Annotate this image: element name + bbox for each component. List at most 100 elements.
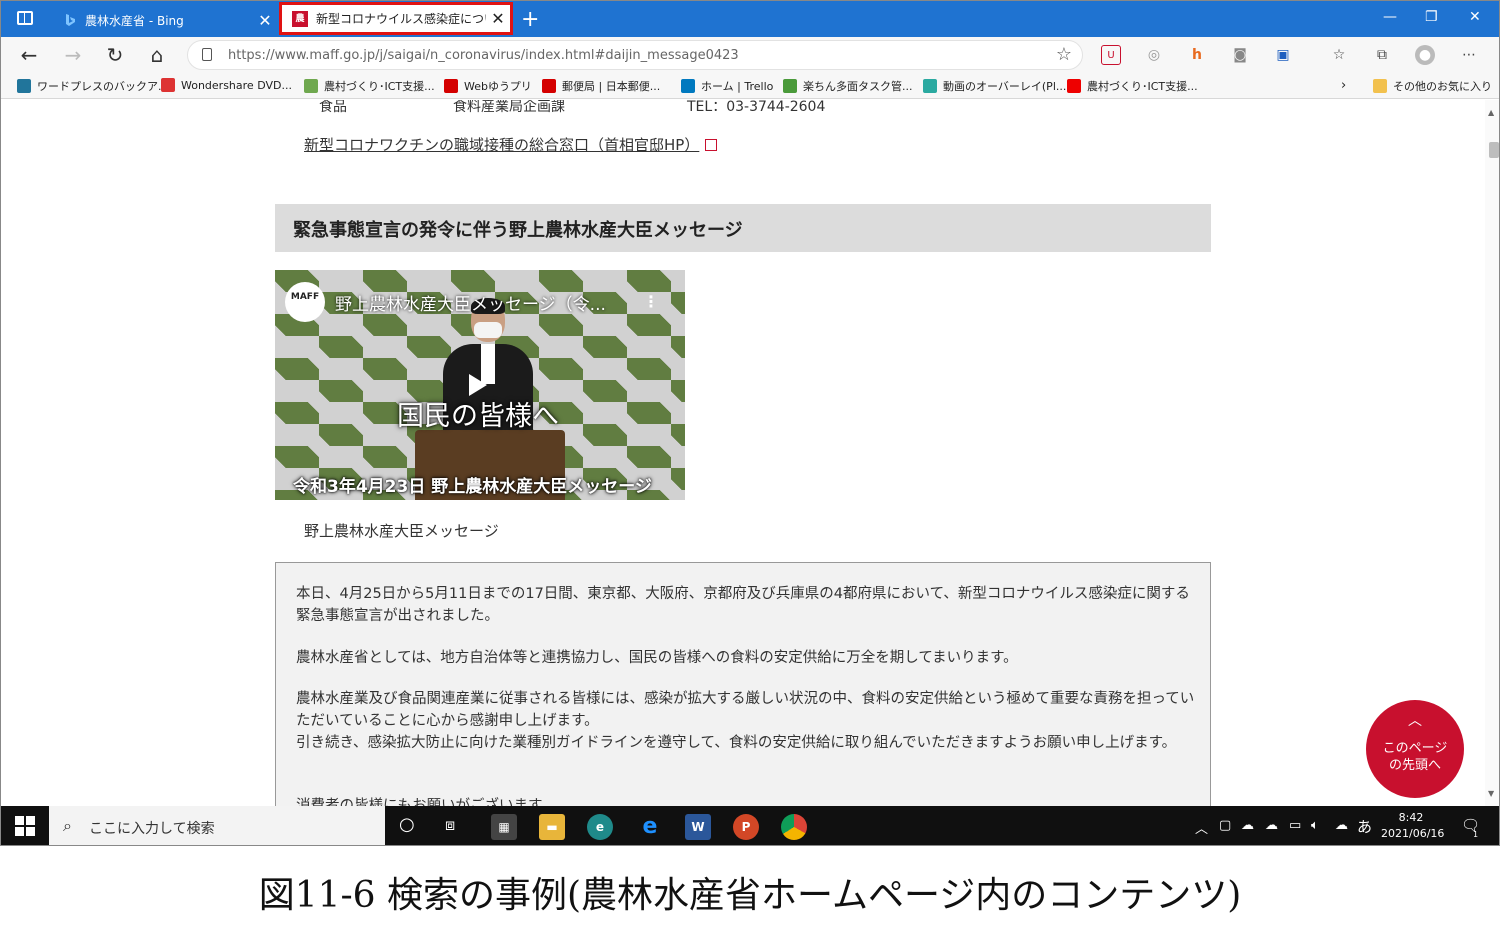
meet-now-icon[interactable]: ▢ (1219, 818, 1231, 833)
windows-start-icon[interactable] (15, 816, 35, 836)
taskbar-search-box[interactable]: ⌕ ここに入力して検索 (49, 806, 385, 845)
message-paragraph: 消費者の皆様にもお願いがございます。 (296, 798, 556, 806)
video-title[interactable]: 野上農林水産大臣メッセージ（令... (335, 290, 606, 315)
tab-actions-icon[interactable] (17, 11, 33, 25)
close-window-icon[interactable]: ✕ (1469, 9, 1481, 25)
japanpost-icon (542, 79, 556, 93)
extension-circle-icon[interactable]: ◎ (1144, 45, 1164, 65)
onedrive-icon[interactable]: ☁ (1265, 818, 1278, 833)
video-label: 野上農林水産大臣メッセージ (304, 522, 499, 540)
file-explorer-icon[interactable]: ▬ (539, 814, 565, 840)
bookmark-item[interactable]: Webゆうプリ (444, 78, 532, 94)
onedrive-icon[interactable]: ☁ (1241, 818, 1254, 833)
task-view-icon[interactable]: ⧈ (445, 815, 455, 835)
message-paragraph: 農林水産業及び食品関連産業に従事される皆様には、感染が拡大する厳しい状況の中、食… (296, 691, 1195, 729)
profile-avatar-icon[interactable]: ● (1415, 45, 1435, 65)
bookmark-item[interactable]: 農村づくり･ICT支援... (1067, 78, 1198, 94)
internet-explorer-icon[interactable]: e (637, 814, 663, 840)
windows-taskbar: ⌕ ここに入力して検索 ○ ⧈ ▦ ▬ e e W P ︿ ▢ ☁ ☁ ▭ 🔈︎… (1, 806, 1499, 845)
japanpost-icon (444, 79, 458, 93)
taskbar-clock[interactable]: 8:42 2021/06/16 (1381, 810, 1444, 842)
section-heading: 緊急事態宣言の発令に伴う野上農林水産大臣メッセージ (275, 204, 1211, 252)
edge-icon[interactable]: e (587, 814, 613, 840)
screenshot: 農林水産省 - Bing ✕ 農 新型コロナウイルス感染症について： ✕ + —… (0, 0, 1500, 846)
message-paragraph: 引き続き、感染拡大防止に向けた業種別ガイドラインを遵守して、食料の安定供給に取り… (296, 735, 1177, 751)
collections-icon[interactable]: ⧉ (1372, 45, 1392, 65)
minister-message-box: 本日、4月25日から5月11日までの17日間、東京都、大阪府、京都府及び兵庫県の… (275, 562, 1211, 806)
extension-translate-icon[interactable]: ▣ (1273, 45, 1293, 65)
camera-icon[interactable]: ◙ (1230, 45, 1250, 65)
add-favorite-star-icon[interactable]: ☆ (1056, 44, 1072, 65)
bookmark-item[interactable]: ワードプレスのバックア... (17, 78, 169, 94)
notification-count: 1 (1473, 830, 1479, 839)
url-text: https://www.maff.go.jp/j/saigai/n_corona… (228, 48, 739, 63)
table-cell: 食品 (319, 100, 347, 115)
video-player[interactable]: MAFF 野上農林水産大臣メッセージ（令... ⋮ 国民の皆様へ 令和3年4月2… (275, 270, 685, 500)
close-icon[interactable]: ✕ (486, 9, 510, 28)
overlay-icon (923, 79, 937, 93)
forward-arrow-icon[interactable]: → (59, 41, 87, 69)
show-hidden-icons-chevron-icon[interactable]: ︿ (1195, 818, 1208, 837)
new-tab-plus-icon[interactable]: + (521, 7, 539, 32)
weather-cloud-icon[interactable]: ☁ (1335, 818, 1348, 833)
task-icon (783, 79, 797, 93)
wondershare-icon (161, 78, 175, 92)
folder-icon (1373, 79, 1387, 93)
chrome-icon[interactable] (781, 814, 807, 840)
bookmark-item[interactable]: 楽ちん多面タスク管... (783, 78, 913, 94)
close-icon[interactable]: ✕ (253, 11, 277, 30)
bing-icon (66, 14, 75, 26)
extension-bar-icon[interactable]: h (1187, 45, 1207, 65)
scroll-thumb[interactable] (1489, 142, 1499, 158)
tab-title: 新型コロナウイルス感染症について： (316, 12, 486, 26)
wordpress-icon (17, 79, 31, 93)
trello-icon (681, 79, 695, 93)
bookmark-item[interactable]: 郵便局 | 日本郵便... (542, 78, 660, 94)
play-icon[interactable] (469, 374, 487, 396)
refresh-icon[interactable]: ↻ (101, 41, 129, 69)
cortana-icon[interactable]: ○ (399, 814, 415, 835)
back-to-top-button[interactable]: ︿ このページ の先頭へ (1366, 700, 1464, 798)
bookmark-item[interactable]: ホーム | Trello (681, 78, 773, 94)
tab-maff-coronavirus[interactable]: 農 新型コロナウイルス感染症について： ✕ (279, 2, 513, 35)
ime-indicator[interactable]: あ (1357, 816, 1372, 837)
address-bar[interactable]: https://www.maff.go.jp/j/saigai/n_corona… (187, 40, 1083, 70)
tab-title: 農林水産省 - Bing (85, 13, 184, 28)
chevron-right-icon[interactable]: › (1341, 78, 1346, 93)
bookmark-item[interactable]: Wondershare DVD... (161, 78, 292, 92)
store-icon[interactable]: ▦ (491, 814, 517, 840)
network-icon[interactable]: ▭ (1289, 818, 1301, 833)
browser-toolbar: ← → ↻ ⌂ https://www.maff.go.jp/j/saigai/… (1, 37, 1499, 73)
more-menu-icon[interactable]: ⋯ (1459, 45, 1479, 65)
figure-caption: 図11-6 検索の事例(農林水産省ホームページ内のコンテンツ) (258, 875, 1242, 916)
favorites-bar: ワードプレスのバックア... Wondershare DVD... 農村づくり･… (1, 73, 1499, 99)
video-caption: 令和3年4月23日 野上農林水産大臣メッセージ (293, 477, 652, 497)
back-arrow-icon[interactable]: ← (15, 41, 43, 69)
browser-tab-bar: 農林水産省 - Bing ✕ 農 新型コロナウイルス感染症について： ✕ + —… (1, 1, 1499, 37)
favorites-icon[interactable]: ☆ (1329, 45, 1349, 65)
vaccine-workplace-link[interactable]: 新型コロナワクチンの職域接種の総合窓口（首相官邸HP） (304, 134, 718, 155)
search-icon: ⌕ (63, 816, 72, 835)
vertical-scrollbar[interactable]: ▲ ▼ (1485, 100, 1499, 806)
scroll-up-arrow-icon[interactable]: ▲ (1488, 108, 1494, 117)
message-paragraph: 農林水産省としては、地方自治体等と連携協力し、国民の皆様への食料の安定供給に万全… (296, 650, 1018, 666)
maff-channel-logo[interactable]: MAFF (285, 282, 325, 322)
volume-icon[interactable]: 🔈︎ (1311, 818, 1319, 833)
extension-shield-icon[interactable]: U (1101, 45, 1121, 65)
video-menu-icon[interactable]: ⋮ (643, 292, 659, 311)
scroll-down-arrow-icon[interactable]: ▼ (1488, 789, 1494, 798)
other-favorites-folder[interactable]: その他のお気に入り (1373, 78, 1492, 94)
minimize-icon[interactable]: — (1383, 9, 1397, 25)
powerpoint-icon[interactable]: P (733, 814, 759, 840)
table-cell: TEL：03-3744-2604 (687, 100, 826, 115)
page-viewport: 食品 食料産業局企画課 TEL：03-3744-2604 新型コロナワクチンの職… (1, 100, 1499, 806)
word-icon[interactable]: W (685, 814, 711, 840)
bookmark-item[interactable]: 農村づくり･ICT支援... (304, 78, 435, 94)
bookmark-item[interactable]: 動画のオーバーレイ(Pl... (923, 78, 1066, 94)
video-overlay-text: 国民の皆様へ (397, 401, 559, 432)
restore-icon[interactable]: ❐ (1425, 9, 1438, 25)
chevron-up-icon: ︿ (1408, 713, 1422, 729)
tab-bing[interactable]: 農林水産省 - Bing ✕ (51, 5, 277, 35)
home-icon[interactable]: ⌂ (143, 41, 171, 69)
message-paragraph: 本日、4月25日から5月11日までの17日間、東京都、大阪府、京都府及び兵庫県の… (296, 586, 1190, 624)
